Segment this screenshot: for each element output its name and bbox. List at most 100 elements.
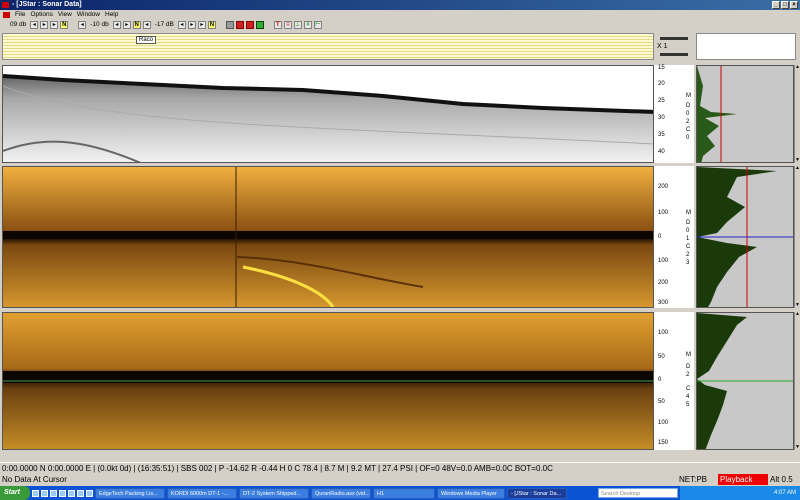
subbottom-pane[interactable] <box>2 65 654 163</box>
gain-1-down-button[interactable]: ◂ <box>30 20 39 29</box>
taskbar-item-edgetech[interactable]: EdgeTech Packing Lis... <box>95 487 165 499</box>
subbottom-scrollbar[interactable]: ▲ ▼ <box>794 65 800 163</box>
normalize-2-button[interactable]: N <box>132 20 141 29</box>
range-tick: 100 <box>658 258 669 264</box>
taskbar-item-h1[interactable]: H1 <box>373 487 435 499</box>
range-tick: 100 <box>658 420 669 426</box>
taskbar-item-jstar[interactable]: - [JStar : Sonar Da... <box>507 487 567 499</box>
taskbar-item-dt2[interactable]: DT-2 System Shipped... <box>239 487 309 499</box>
minimize-button[interactable]: _ <box>772 1 780 9</box>
axis-letter: C <box>686 127 691 133</box>
window-controls: _ □ × <box>772 1 798 9</box>
maximize-button[interactable]: □ <box>781 1 789 9</box>
taskbar: Start EdgeTech Packing Lis... KORDI 6000… <box>0 486 800 500</box>
gain-3-down-button[interactable]: ◂ <box>142 20 151 29</box>
axis-letter: 0 <box>686 135 690 141</box>
gain-2-value: -10 db <box>90 21 109 28</box>
subbottom-image <box>3 66 653 162</box>
clock[interactable]: 4:07 AM <box>774 486 796 500</box>
depth-tick: 25 <box>658 98 665 104</box>
navigation-icon[interactable] <box>255 20 264 29</box>
quicklaunch-desktop-icon[interactable] <box>41 489 48 497</box>
sidescan-2-range-scale: 100 50 0 50 100 150 M D 2 C 4 5 <box>654 312 694 450</box>
taskbar-item-kordi[interactable]: KORDI 6000m DT-1 -... <box>167 487 237 499</box>
playback-indicator: Playback <box>718 474 768 485</box>
zoom-label: X 1 <box>657 43 668 50</box>
gain-1-up-button[interactable]: ▸ <box>40 20 49 29</box>
range-tick: 0 <box>658 377 662 383</box>
gain-2-up-button[interactable]: ▸ <box>122 20 131 29</box>
zoom-control: X 1 <box>654 33 694 60</box>
quicklaunch-folder-icon[interactable] <box>86 489 93 497</box>
document-icon[interactable] <box>3 11 10 18</box>
normalize-3-button[interactable]: N <box>207 20 216 29</box>
axis-letter: 1 <box>686 236 690 242</box>
target-icon[interactable] <box>235 20 244 29</box>
quicklaunch-media-icon[interactable] <box>68 489 75 497</box>
window-titlebar[interactable]: - [JStar : Sonar Data] _ □ × <box>0 0 800 10</box>
gain-1-value: 09 db <box>10 21 27 28</box>
sidescan-1-scrollbar[interactable]: ▲ ▼ <box>794 166 800 308</box>
sidescan-pane-2[interactable] <box>2 312 654 450</box>
axis-letter: D <box>686 103 691 109</box>
range-tick: 150 <box>658 440 669 446</box>
net-status: NET:PB <box>679 475 708 484</box>
gain-2-down-button[interactable]: ◂ <box>78 20 87 29</box>
status-line-nav: 0:00.0000 N 0:00.0000 E | (0.0kt 0d) | (… <box>0 462 800 473</box>
sidescan-1-range-scale: 200 100 0 100 200 300 M D 0 1 C 2 3 <box>654 166 694 308</box>
play-button[interactable]: ▸ <box>50 20 59 29</box>
gain-3-left-button[interactable]: ◂ <box>177 20 186 29</box>
zoom-slider-bottom[interactable] <box>660 53 688 56</box>
menu-window[interactable]: Window <box>77 11 100 18</box>
sidescan-2-histogram <box>696 312 794 450</box>
axis-letter: 2 <box>686 252 690 258</box>
gain-3-step-button[interactable]: ▸ <box>197 20 206 29</box>
ruler-icon[interactable]: ⊢ <box>313 20 322 29</box>
range-tick: 200 <box>658 280 669 286</box>
sidescan-pane-1[interactable] <box>2 166 654 308</box>
depth-tick: 35 <box>658 132 665 138</box>
tool-t-button[interactable]: T <box>273 20 282 29</box>
start-button[interactable]: Start <box>0 486 30 500</box>
annotation-marker[interactable]: Raco <box>136 36 157 44</box>
quicklaunch-search-icon[interactable] <box>77 489 84 497</box>
menu-help[interactable]: Help <box>105 11 118 18</box>
axis-letter: M <box>686 210 691 216</box>
sidescan-image-1 <box>3 167 653 307</box>
menu-options[interactable]: Options <box>30 11 52 18</box>
axis-letter: 4 <box>686 394 690 400</box>
quicklaunch-word-icon[interactable] <box>50 489 57 497</box>
marker-icon[interactable] <box>245 20 254 29</box>
measure-icon[interactable]: ⊥ <box>293 20 302 29</box>
gain-2-left-button[interactable]: ◂ <box>112 20 121 29</box>
quicklaunch-explorer-icon[interactable] <box>59 489 66 497</box>
axis-letter: C <box>686 244 691 250</box>
taskbar-item-quranradio[interactable]: QuranRadio.asx (vid... <box>311 487 371 499</box>
range-tick: 100 <box>658 330 669 336</box>
depth-tick: 40 <box>658 149 665 155</box>
range-tick: 300 <box>658 300 669 306</box>
normalize-1-button[interactable]: N <box>60 20 69 29</box>
taskbar-item-media-player[interactable]: Windows Media Player <box>437 487 505 499</box>
range-tick: 0 <box>658 234 662 240</box>
menu-file[interactable]: File <box>15 11 25 18</box>
zoom-slider-top[interactable] <box>660 37 688 40</box>
record-icon[interactable] <box>225 20 234 29</box>
range-tick: 100 <box>658 210 669 216</box>
menu-view[interactable]: View <box>58 11 72 18</box>
axis-letter: C <box>686 386 691 392</box>
axis-letter: 2 <box>686 119 690 125</box>
depth-tick: 30 <box>658 115 665 121</box>
quicklaunch-ie-icon[interactable] <box>32 489 39 497</box>
sidescan-1-histogram <box>696 166 794 308</box>
annotation-stripe[interactable] <box>2 33 654 60</box>
axis-letter: D <box>686 364 691 370</box>
gain-3-up-button[interactable]: ▸ <box>187 20 196 29</box>
grid-icon[interactable]: # <box>303 20 312 29</box>
desktop-search-input[interactable]: Search Desktop <box>598 488 678 498</box>
layers-icon[interactable]: ≡ <box>283 20 292 29</box>
axis-letter: M <box>686 93 691 99</box>
close-button[interactable]: × <box>790 1 798 9</box>
sidescan-2-scrollbar[interactable]: ▲ ▼ <box>794 312 800 450</box>
subbottom-depth-scale: 15 20 25 30 35 40 M D 0 2 C 0 <box>654 65 694 163</box>
